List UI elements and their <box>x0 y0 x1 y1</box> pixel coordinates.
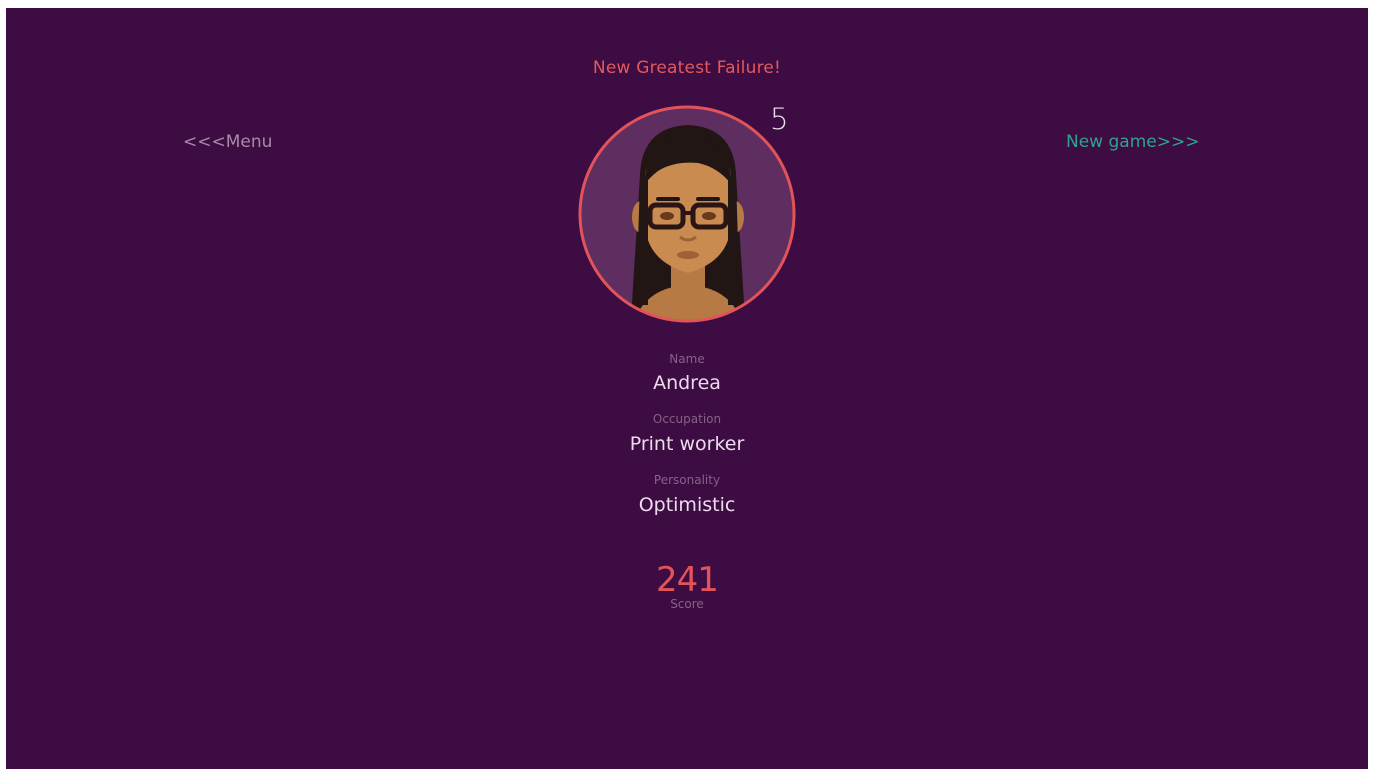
personality-value: Optimistic <box>638 494 736 516</box>
occupation-label: Occupation <box>652 412 722 426</box>
score-value: 241 <box>656 560 719 600</box>
character-avatar <box>578 105 796 323</box>
occupation-value: Print worker <box>629 433 745 455</box>
new-game-button[interactable]: New game>>> <box>1066 132 1199 152</box>
headline: New Greatest Failure! <box>592 58 782 78</box>
menu-button[interactable]: <<<Menu <box>183 132 272 152</box>
score-label: Score <box>670 597 704 611</box>
name-value: Andrea <box>653 372 721 394</box>
woman-avatar-icon <box>578 105 796 323</box>
level-number: 5 <box>770 102 789 136</box>
name-label: Name <box>669 352 705 366</box>
game-over-screen: New Greatest Failure! <<<Menu New game>>… <box>6 8 1368 769</box>
personality-label: Personality <box>653 473 721 487</box>
